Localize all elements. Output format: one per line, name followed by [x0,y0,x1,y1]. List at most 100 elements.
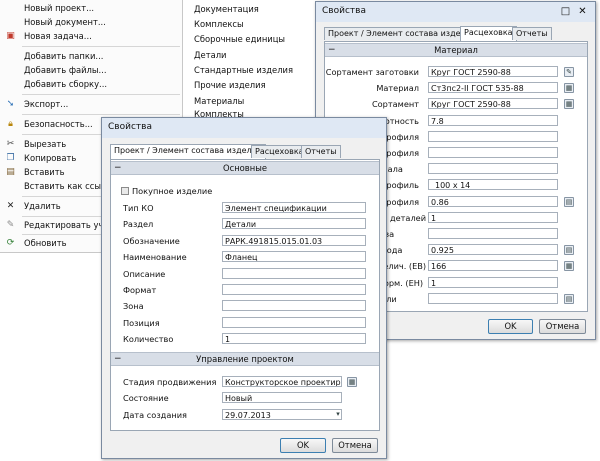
cancel-button[interactable]: Отмена [539,319,586,334]
catalog-icon[interactable]: ▦ [564,99,574,110]
maximize-icon[interactable]: □ [558,5,573,18]
menu-item-export[interactable]: ➘ Экспорт... [0,98,182,111]
pencil-icon[interactable]: ✎ [564,67,574,77]
field-input[interactable] [222,316,366,328]
catalog-icon[interactable]: ▦ [564,83,574,94]
field-input[interactable]: 7.8 [428,114,558,126]
field-input[interactable]: РАРК.491815.015.01.03 [222,234,366,246]
properties-dialog-main: Свойства Проект / Элемент состава издели… [101,117,387,459]
tab-reports[interactable]: Отчеты [512,27,552,40]
dialog-title: Свойства [322,6,366,16]
field-label: Зона [123,301,144,312]
field-label: Сортамент [371,99,419,110]
field-input[interactable]: _100 x 14 [428,179,558,191]
menu-item-new-task[interactable]: ▣ Новая задача... [0,30,182,43]
field-input[interactable] [222,267,366,279]
field-label: Тип КО [123,203,154,213]
delete-x-icon: ✕ [6,201,15,211]
ok-button[interactable]: OK [280,438,326,453]
field-label: Обозначение [123,235,180,246]
tab-project-element[interactable]: Проект / Элемент состава изделия [110,144,266,159]
tree-item[interactable]: Материалы [194,96,244,106]
field-input[interactable] [222,284,366,295]
field-label: Количество [123,334,174,345]
tree-item[interactable]: Комплексы [194,19,244,29]
field-input[interactable]: Новый [222,392,342,404]
tab-strip: Проект / Элемент состава изделия Расцехо… [324,26,586,41]
field-input[interactable]: 1 [428,211,558,223]
dialog-title: Свойства [108,122,152,132]
field-input[interactable] [428,130,558,142]
section-header-main[interactable]: − Основные [111,161,379,175]
main-panel: − Основные Покупное изделие − Управление… [110,159,380,431]
ok-button[interactable]: OK [488,319,533,334]
catalog-icon[interactable]: ▦ [564,261,574,272]
field-input[interactable]: Круг ГОСТ 2590-88 [428,66,558,77]
calc-icon[interactable]: ▤ [564,245,574,256]
field-input[interactable]: Детали [222,218,366,230]
field-label: Материал [376,83,419,94]
lock-icon: 🔒︎ [8,119,13,129]
field-label: Наименование [123,252,187,263]
menu-item-add-assembly[interactable]: Добавить сборку... [0,78,182,91]
purchased-item-checkbox[interactable] [121,187,129,195]
field-input[interactable] [428,147,558,158]
menu-item-new-document[interactable]: Новый документ... [0,16,182,29]
menu-item-add-folders[interactable]: Добавить папки... [0,50,182,63]
catalog-icon[interactable]: ▦ [347,377,357,387]
tab-strip: Проект / Элемент состава изделия Расцехо… [110,144,378,159]
field-input[interactable]: Фланец [222,251,366,263]
field-label: Стадия продвижения [123,377,217,387]
field-label: Описание [123,268,166,279]
field-label: Состояние [123,393,169,404]
tree-item[interactable]: Прочие изделия [194,80,266,90]
purchased-item-label: Покупное изделие [132,186,213,196]
tab-reports[interactable]: Отчеты [301,145,341,158]
field-input[interactable]: Круг ГОСТ 2590-88 [428,98,558,110]
field-input[interactable] [222,300,366,312]
menu-separator [22,114,180,115]
field-input[interactable]: 0.925 [428,244,558,256]
tree-item[interactable]: Документация [194,4,259,14]
section-header-project[interactable]: − Управление проектом [111,352,379,366]
cancel-button[interactable]: Отмена [332,438,378,453]
field-input[interactable] [428,228,558,239]
field-label: Раздел [123,219,154,230]
tab-project-element[interactable]: Проект / Элемент состава изделия [324,27,480,40]
tree-item[interactable]: Детали [194,50,227,60]
refresh-icon: ⟳ [6,238,15,248]
calendar-dropdown-icon[interactable]: ▾ [333,410,343,420]
tab-workshop[interactable]: Расцеховка [460,26,517,41]
close-icon[interactable]: ✕ [575,5,590,18]
calc-icon[interactable]: ▤ [564,196,574,207]
menu-item-new-project[interactable]: Новый проект... [0,2,182,15]
menu-item-add-files[interactable]: Добавить файлы... [0,64,182,77]
scissors-icon: ✂ [6,139,15,149]
paste-icon: ▤ [6,167,15,177]
tab-workshop[interactable]: Расцеховка [251,145,308,158]
field-input[interactable]: 166 [428,260,558,272]
dialog-titlebar[interactable]: Свойства [102,118,386,138]
calc-icon[interactable]: ▤ [564,293,574,304]
field-label: Позиция [123,317,160,328]
field-input[interactable] [428,163,558,175]
field-input[interactable] [428,292,558,304]
tree-item[interactable]: Сборочные единицы [194,34,285,44]
field-input[interactable]: 29.07.2013 [222,408,342,420]
field-input[interactable]: Ст3пс2-II ГОСТ 535-88 [428,82,558,94]
dialog-titlebar[interactable]: Свойства □ ✕ [316,2,595,22]
copy-icon: ❐ [6,153,15,163]
field-input[interactable]: Конструкторское проектирование [222,376,342,387]
field-label: Дата создания [123,409,187,420]
field-input[interactable]: 1 [428,276,558,288]
tree-item[interactable]: Стандартные изделия [194,65,293,75]
field-label: Формат [123,285,157,295]
edit-icon: ✎ [6,220,15,230]
section-header-material[interactable]: − Материал [325,43,587,57]
task-icon: ▣ [6,31,15,41]
field-input[interactable]: 1 [222,333,366,345]
field-input[interactable]: 0.86 [428,195,558,207]
field-input[interactable]: Элемент спецификации [222,202,366,213]
menu-separator [22,94,180,95]
menu-separator [22,46,180,47]
